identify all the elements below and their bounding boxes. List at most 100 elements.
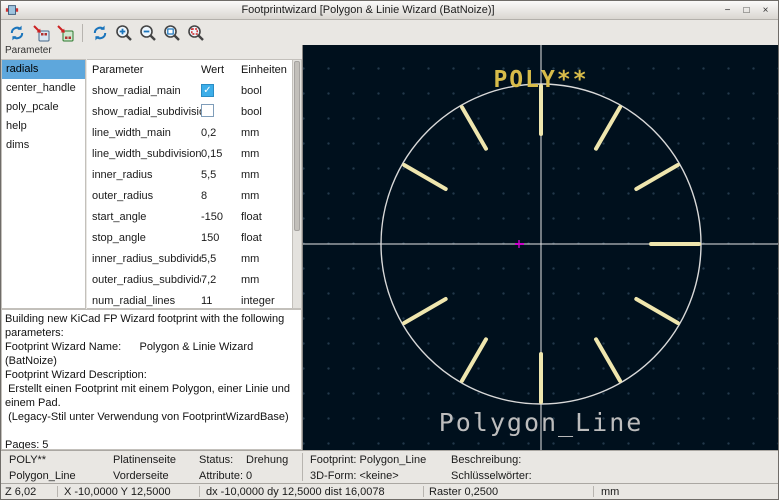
scrollbar-thumb[interactable] <box>294 61 300 231</box>
page-item-center_handle[interactable]: center_handle <box>2 79 85 98</box>
param-value[interactable]: 0,15 <box>201 148 241 160</box>
param-row[interactable]: num_radial_lines11integer <box>87 290 292 309</box>
export-footprint-button[interactable] <box>29 22 53 44</box>
table-scrollbar[interactable] <box>292 59 302 309</box>
parameter-table-header: ParameterWertEinheiten <box>87 60 292 80</box>
param-name: inner_radius_subdivider <box>87 253 201 265</box>
maximize-button[interactable]: □ <box>738 3 755 18</box>
param-unit: mm <box>241 169 289 181</box>
param-value[interactable]: 150 <box>201 232 241 244</box>
status-status-label: Status: <box>199 454 233 466</box>
insert-footprint-board-icon <box>55 23 75 43</box>
param-value[interactable]: ✓ <box>201 84 241 97</box>
page-item-radials[interactable]: radials <box>2 60 85 79</box>
status-3d-shape: 3D-Form: <keine> <box>310 470 399 482</box>
toolbar-separator <box>82 24 83 42</box>
param-row[interactable]: outer_radius_subdivider7,2mm <box>87 269 292 290</box>
radial-tick <box>462 339 486 381</box>
param-row[interactable]: line_width_main0,2mm <box>87 122 292 143</box>
column-header: Einheiten <box>241 64 289 76</box>
radial-tick <box>404 299 446 323</box>
param-row[interactable]: stop_angle150float <box>87 227 292 248</box>
param-checkbox[interactable] <box>201 104 214 117</box>
relative-delta: dx -10,0000 dy 12,5000 dist 16,0078 <box>206 486 385 498</box>
reload-footprint-button[interactable] <box>5 22 29 44</box>
column-header: Parameter <box>87 64 201 76</box>
param-value[interactable]: -150 <box>201 211 241 223</box>
titlebar: Footprintwizard [Polygon & Linie Wizard … <box>1 1 778 20</box>
param-unit: float <box>241 232 289 244</box>
param-value[interactable] <box>201 104 241 120</box>
pcb-canvas[interactable]: POLY** Polygon_Line <box>302 45 778 450</box>
status-keywords-label: Schlüsselwörter: <box>451 470 532 482</box>
param-name: show_radial_main <box>87 85 201 97</box>
param-name: stop_angle <box>87 232 201 244</box>
param-name: outer_radius_subdivider <box>87 274 201 286</box>
export-footprint-icon <box>31 23 51 43</box>
zoom-fit-button[interactable] <box>160 22 184 44</box>
zoom-out-icon <box>138 23 158 43</box>
zoom-in-button[interactable] <box>112 22 136 44</box>
page-item-poly_pcale[interactable]: poly_pcale <box>2 98 85 117</box>
coord-separator <box>199 486 200 497</box>
zoom-out-button[interactable] <box>136 22 160 44</box>
status-ref: POLY** <box>9 454 46 466</box>
page-item-dims[interactable]: dims <box>2 136 85 155</box>
radial-tick <box>636 299 678 323</box>
status-side-value: Vorderseite <box>113 470 169 482</box>
param-row[interactable]: start_angle-150float <box>87 206 292 227</box>
param-row[interactable]: inner_radius5,5mm <box>87 164 292 185</box>
zoom-selection-icon <box>186 23 206 43</box>
footprint-name-text: Polygon_Line <box>439 408 644 437</box>
insert-footprint-board-button[interactable] <box>53 22 77 44</box>
param-value[interactable]: 5,5 <box>201 253 241 265</box>
param-unit: mm <box>241 253 289 265</box>
param-checkbox[interactable]: ✓ <box>201 84 214 97</box>
close-button[interactable]: × <box>757 3 774 18</box>
wizard-message-box: Building new KiCad FP Wizard footprint w… <box>1 309 302 450</box>
param-value[interactable]: 7,2 <box>201 274 241 286</box>
cursor-position: X -10,0000 Y 12,5000 <box>64 486 171 498</box>
coord-separator <box>423 486 424 497</box>
grid-setting: Raster 0,2500 <box>429 486 498 498</box>
status-descr-label: Beschreibung: <box>451 454 521 466</box>
param-unit: mm <box>241 274 289 286</box>
param-name: line_width_subdivision <box>87 148 201 160</box>
coord-separator <box>57 486 58 497</box>
param-value[interactable]: 0,2 <box>201 127 241 139</box>
param-unit: mm <box>241 127 289 139</box>
canvas-title-text: POLY** <box>493 67 588 93</box>
param-row[interactable]: show_radial_main✓bool <box>87 80 292 101</box>
minimize-button[interactable]: − <box>719 3 736 18</box>
zoom-in-icon <box>114 23 134 43</box>
status-separator <box>302 453 303 481</box>
status-attr-label: Attribute: <box>199 470 243 482</box>
param-unit: bool <box>241 106 289 118</box>
param-value[interactable]: 8 <box>201 190 241 202</box>
window-title: Footprintwizard [Polygon & Linie Wizard … <box>19 4 717 16</box>
footprint-wizard-window: Footprintwizard [Polygon & Linie Wizard … <box>0 0 779 500</box>
param-value[interactable]: 11 <box>201 295 241 307</box>
param-row[interactable]: line_width_subdivision0,15mm <box>87 143 292 164</box>
param-row[interactable]: outer_radius8mm <box>87 185 292 206</box>
anchor-marker <box>515 240 524 248</box>
param-name: line_width_main <box>87 127 201 139</box>
status-footprint: Footprint: Polygon_Line <box>310 454 426 466</box>
redraw-view-button[interactable] <box>88 22 112 44</box>
param-name: start_angle <box>87 211 201 223</box>
param-value[interactable]: 5,5 <box>201 169 241 181</box>
param-row[interactable]: inner_radius_subdivider5,5mm <box>87 248 292 269</box>
param-unit: mm <box>241 148 289 160</box>
refresh-icon <box>7 23 27 43</box>
page-item-help[interactable]: help <box>2 117 85 136</box>
param-unit: float <box>241 211 289 223</box>
param-unit: mm <box>241 190 289 202</box>
wizard-pages-list: radialscenter_handlepoly_pcalehelpdims <box>1 59 86 309</box>
radial-tick <box>404 165 446 189</box>
param-row[interactable]: show_radial_subdivisionbool <box>87 101 292 122</box>
toolbar <box>1 21 778 45</box>
units-indicator: mm <box>601 486 619 498</box>
coordinates-bar: Z 6,02 X -10,0000 Y 12,5000 dx -10,0000 … <box>1 483 778 499</box>
zoom-selection-button[interactable] <box>184 22 208 44</box>
parameter-table: ParameterWertEinheiten show_radial_main✓… <box>87 59 292 309</box>
